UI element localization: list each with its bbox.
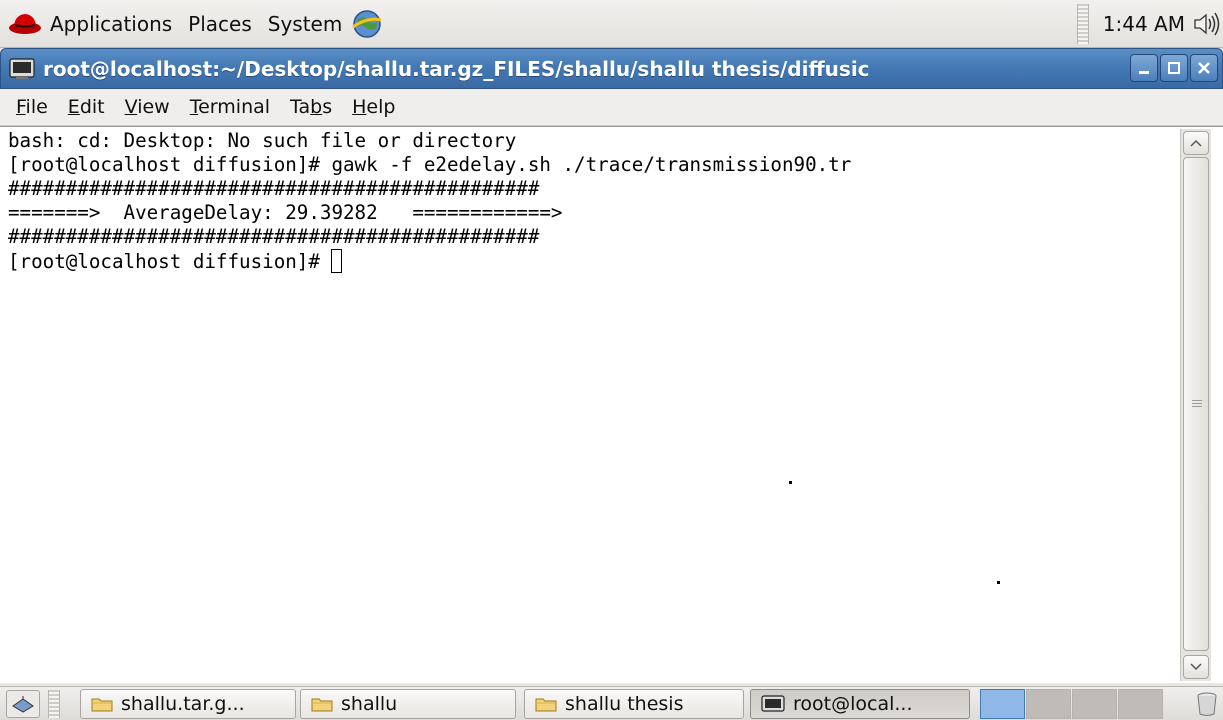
folder-icon [91, 698, 113, 712]
menu-tabs-pre: Ta [290, 96, 311, 118]
grip-line [1192, 406, 1202, 407]
terminal-line: =======> AverageDelay: 29.39282 ========… [8, 201, 563, 224]
vertical-scrollbar[interactable] [1180, 129, 1211, 681]
menu-help-mnemonic: H [352, 96, 367, 118]
folder-icon [311, 698, 333, 712]
workspace-3[interactable] [1072, 689, 1117, 719]
arrow-down-icon [1190, 663, 1202, 671]
show-desktop-button[interactable] [6, 690, 40, 718]
clock[interactable]: 1:44 AM [1103, 12, 1185, 36]
trash-icon[interactable] [1195, 691, 1219, 717]
terminal-line: ########################################… [8, 225, 540, 248]
screen-speck [997, 581, 1000, 584]
folder-icon [535, 698, 557, 712]
close-icon [1198, 62, 1210, 74]
screen-speck [789, 481, 792, 484]
places-menu[interactable]: Places [180, 4, 260, 44]
menu-help[interactable]: Help [342, 96, 405, 118]
window-titlebar[interactable]: root@localhost:~/Desktop/shallu.tar.gz_F… [0, 48, 1223, 89]
menu-terminal[interactable]: Terminal [180, 96, 280, 118]
maximize-button[interactable] [1160, 54, 1188, 82]
menu-edit-rest: dit [79, 96, 105, 118]
system-menu[interactable]: System [260, 4, 393, 44]
menu-tabs-rest: s [322, 96, 333, 118]
menu-file-mnemonic: F [16, 96, 26, 118]
grip-line [1192, 403, 1202, 404]
terminal-line: ########################################… [8, 177, 540, 200]
minimize-button[interactable] [1130, 54, 1158, 82]
menu-terminal-rest: erminal [198, 96, 271, 118]
top-panel: Applications Places System 1:44 AM [0, 0, 1223, 48]
terminal-output-area[interactable]: bash: cd: Desktop: No such file or direc… [0, 126, 1223, 683]
menu-view-rest: iew [137, 96, 170, 118]
text-cursor [331, 249, 343, 273]
menu-tabs[interactable]: Tabs [280, 96, 342, 118]
applications-menu[interactable]: Applications [0, 4, 180, 44]
task-label: shallu [341, 693, 398, 715]
workspace-1[interactable] [980, 689, 1025, 719]
bottom-panel: shallu.tar.g... shallu shallu thesis roo… [0, 686, 1223, 720]
maximize-icon [1168, 62, 1180, 74]
scroll-up-button[interactable] [1183, 131, 1209, 155]
shell-prompt: [root@localhost diffusion]# [8, 250, 332, 273]
window-title: root@localhost:~/Desktop/shallu.tar.gz_F… [43, 56, 870, 81]
applications-label: Applications [50, 11, 173, 36]
menu-edit-mnemonic: E [67, 96, 80, 118]
system-label: System [267, 11, 343, 36]
arrow-up-icon [1190, 139, 1202, 147]
task-shallu[interactable]: shallu [300, 689, 516, 719]
terminal-line: [root@localhost diffusion]# gawk -f e2ed… [8, 153, 852, 176]
taskbar-drag-handle[interactable] [48, 690, 60, 718]
terminal-icon [761, 695, 785, 712]
task-label: shallu thesis [565, 693, 684, 715]
close-button[interactable] [1190, 54, 1218, 82]
menu-file[interactable]: File [6, 96, 58, 118]
task-root-terminal[interactable]: root@local... [750, 689, 970, 719]
scroll-thumb[interactable] [1183, 157, 1209, 651]
menu-help-rest: elp [366, 96, 396, 118]
task-shallu-thesis[interactable]: shallu thesis [524, 689, 744, 719]
workspace-4[interactable] [1118, 689, 1163, 719]
scroll-down-button[interactable] [1183, 655, 1209, 679]
grip-line [1192, 400, 1202, 401]
show-desktop-icon [12, 696, 34, 713]
task-label: shallu.tar.g... [121, 693, 245, 715]
workspace-2[interactable] [1026, 689, 1071, 719]
menubar: File Edit View Terminal Tabs Help [0, 89, 1223, 126]
menu-file-rest: ile [25, 96, 48, 118]
terminal-window: root@localhost:~/Desktop/shallu.tar.gz_F… [0, 48, 1223, 683]
menu-edit[interactable]: Edit [58, 96, 115, 118]
terminal-line: bash: cd: Desktop: No such file or direc… [8, 129, 517, 152]
redhat-icon [9, 13, 41, 34]
terminal-text: bash: cd: Desktop: No such file or direc… [8, 129, 851, 274]
volume-icon[interactable] [1191, 9, 1221, 39]
minimize-icon [1139, 71, 1149, 74]
menu-view-mnemonic: V [124, 96, 138, 118]
task-shallu-tar[interactable]: shallu.tar.g... [80, 689, 296, 719]
menu-view[interactable]: View [115, 96, 180, 118]
globe-icon[interactable] [350, 7, 384, 41]
panel-drag-handle[interactable] [1076, 3, 1089, 44]
menu-tabs-mnemonic: b [310, 96, 323, 118]
places-label: Places [188, 11, 252, 36]
menu-terminal-mnemonic: T [189, 96, 199, 118]
terminal-icon[interactable] [9, 57, 35, 80]
task-label: root@local... [793, 693, 913, 715]
